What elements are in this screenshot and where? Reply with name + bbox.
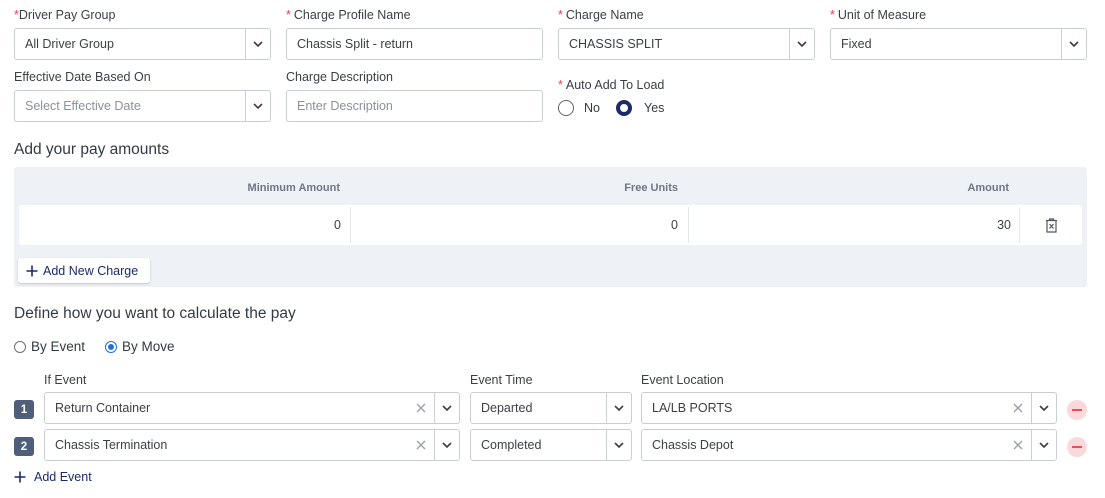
- add-event-button[interactable]: Add Event: [14, 470, 92, 484]
- clear-icon[interactable]: [408, 440, 434, 450]
- chevron-down-icon[interactable]: [1032, 405, 1056, 411]
- radio-by-event[interactable]: [14, 340, 26, 353]
- event-location-select[interactable]: LA/LB PORTS: [641, 392, 1057, 424]
- if-event-select[interactable]: Return Container: [44, 392, 460, 424]
- effective-date-placeholder: Select Effective Date: [25, 99, 141, 113]
- by-event-label: By Event: [31, 339, 86, 354]
- charge-description-label: Charge Description: [286, 70, 393, 84]
- pay-amounts-panel: Minimum Amount Free Units Amount 0 0 30 …: [14, 167, 1087, 287]
- by-move-option[interactable]: By Move: [105, 339, 175, 354]
- delete-row-icon[interactable]: [1043, 205, 1059, 245]
- charge-profile-name-input[interactable]: Chassis Split - return: [286, 28, 543, 60]
- col-free-units: Free Units: [624, 182, 678, 194]
- event-time-header: Event Time: [470, 373, 533, 387]
- clear-icon[interactable]: [1005, 440, 1031, 450]
- event-location-value: LA/LB PORTS: [652, 401, 733, 415]
- col-amount: Amount: [967, 182, 1009, 194]
- if-event-select[interactable]: Chassis Termination: [44, 429, 460, 461]
- event-time-value: Completed: [481, 438, 542, 452]
- driver-pay-group-label: *Driver Pay Group: [14, 8, 116, 22]
- pay-amounts-title: Add your pay amounts: [14, 141, 170, 158]
- by-move-label: By Move: [122, 339, 175, 354]
- event-location-header: Event Location: [641, 373, 724, 387]
- add-new-charge-button[interactable]: Add New Charge: [18, 258, 150, 283]
- effective-date-label: Effective Date Based On: [14, 70, 151, 84]
- event-time-select[interactable]: Completed: [470, 429, 632, 461]
- chevron-down-icon[interactable]: [435, 442, 459, 448]
- unit-of-measure-label: * Unit of Measure: [830, 8, 927, 22]
- effective-date-select[interactable]: Select Effective Date: [14, 90, 271, 122]
- event-time-value: Departed: [481, 401, 533, 415]
- charge-profile-name-value: Chassis Split - return: [297, 37, 414, 51]
- event-time-select[interactable]: Departed: [470, 392, 632, 424]
- auto-add-no-label: No: [584, 101, 600, 115]
- charge-name-value: CHASSIS SPLIT: [569, 37, 663, 51]
- add-event-label: Add Event: [34, 470, 92, 484]
- radio-by-move[interactable]: [105, 340, 117, 353]
- unit-of-measure-value: Fixed: [841, 37, 872, 51]
- auto-add-to-load-label: * Auto Add To Load: [558, 78, 665, 92]
- plus-icon: [26, 265, 38, 276]
- radio-no[interactable]: [558, 100, 574, 116]
- auto-add-yes-option[interactable]: Yes: [616, 100, 664, 116]
- event-location-value: Chassis Depot: [652, 438, 734, 452]
- driver-pay-group-select[interactable]: All Driver Group: [14, 28, 271, 60]
- charge-name-select[interactable]: CHASSIS SPLIT: [558, 28, 815, 60]
- event-index-badge: 1: [14, 400, 34, 419]
- event-location-select[interactable]: Chassis Depot: [641, 429, 1057, 461]
- chevron-down-icon[interactable]: [1062, 41, 1086, 47]
- remove-event-icon[interactable]: [1067, 437, 1087, 457]
- add-new-charge-label: Add New Charge: [43, 263, 139, 278]
- auto-add-yes-label: Yes: [644, 101, 665, 115]
- chevron-down-icon[interactable]: [246, 103, 270, 109]
- radio-yes[interactable]: [616, 100, 632, 116]
- amount-cell[interactable]: 30: [689, 205, 1011, 245]
- if-event-value: Return Container: [55, 401, 151, 415]
- event-index-badge: 2: [14, 437, 34, 456]
- chevron-down-icon[interactable]: [607, 442, 631, 448]
- if-event-value: Chassis Termination: [55, 438, 168, 452]
- chevron-down-icon[interactable]: [1032, 442, 1056, 448]
- minimum-amount-cell[interactable]: 0: [19, 205, 341, 245]
- driver-pay-group-value: All Driver Group: [25, 37, 114, 51]
- pay-amount-row: 0 0 30: [19, 205, 1082, 245]
- calculation-title: Define how you want to calculate the pay: [14, 305, 296, 322]
- col-minimum-amount: Minimum Amount: [247, 182, 340, 194]
- clear-icon[interactable]: [408, 403, 434, 413]
- charge-profile-name-label: * Charge Profile Name: [286, 8, 411, 22]
- by-event-option[interactable]: By Event: [14, 339, 85, 354]
- chevron-down-icon[interactable]: [246, 41, 270, 47]
- plus-icon: [14, 471, 26, 483]
- clear-icon[interactable]: [1005, 403, 1031, 413]
- chevron-down-icon[interactable]: [607, 405, 631, 411]
- chevron-down-icon[interactable]: [790, 41, 814, 47]
- remove-event-icon[interactable]: [1067, 400, 1087, 420]
- unit-of-measure-select[interactable]: Fixed: [830, 28, 1087, 60]
- charge-description-input[interactable]: Enter Description: [286, 90, 543, 122]
- if-event-header: If Event: [44, 373, 87, 387]
- charge-description-placeholder: Enter Description: [297, 99, 393, 113]
- free-units-cell[interactable]: 0: [351, 205, 678, 245]
- chevron-down-icon[interactable]: [435, 405, 459, 411]
- charge-name-label: * Charge Name: [558, 8, 644, 22]
- auto-add-no-option[interactable]: No: [558, 100, 600, 116]
